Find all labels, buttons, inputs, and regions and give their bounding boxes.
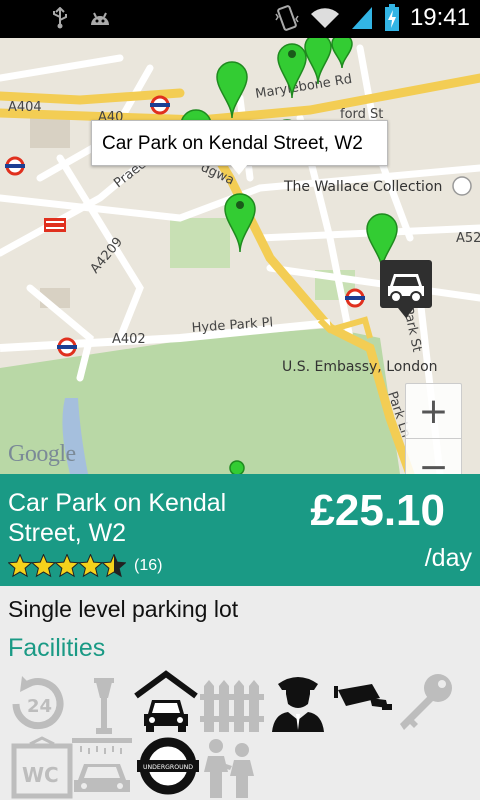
- star-icon: [101, 554, 126, 578]
- clock: 19:41: [409, 4, 470, 31]
- description: Single level parking lot: [8, 596, 239, 622]
- road-label-marylebone: Marylebone Rd: [254, 72, 353, 102]
- info-window-tail: [230, 164, 248, 175]
- star-icon: [8, 554, 33, 578]
- underground-label: UNDERGROUND: [143, 764, 193, 771]
- status-bar: 19:41: [0, 0, 480, 38]
- car-park-name: Car Park on Kendal Street, W2: [8, 489, 227, 547]
- road-label-a404: A404: [8, 100, 42, 115]
- car-park-header: Car Park on Kendal Street, W2 £25.10 /da…: [0, 474, 480, 586]
- street-lamp-icon: [94, 678, 114, 734]
- zoom-control: + −: [405, 383, 462, 474]
- star-icon: [30, 554, 57, 578]
- review-count: (16): [134, 557, 163, 574]
- car-wash-icon: [72, 738, 132, 792]
- car-park-details: Single level parking lot Facilities 24 W…: [0, 586, 480, 800]
- poi-label-wallace: The Wallace Collection: [283, 179, 442, 195]
- facilities-heading: Facilities: [8, 634, 106, 662]
- map-info-window[interactable]: Car Park on Kendal Street, W2: [91, 120, 388, 166]
- wifi-icon: [310, 8, 339, 28]
- key-icon: [400, 674, 452, 730]
- price-unit: /day: [424, 544, 472, 572]
- wc-icon: WC: [11, 736, 73, 799]
- star-icon: [77, 554, 104, 578]
- info-window-title: Car Park on Kendal Street, W2: [102, 133, 363, 154]
- price: £25.10: [310, 486, 445, 535]
- battery-charging-icon: [384, 4, 399, 31]
- fence-icon: [200, 680, 264, 732]
- svg-text:24: 24: [27, 696, 52, 717]
- vibrate-icon: [275, 5, 299, 31]
- road-label-a402: A402: [112, 332, 146, 347]
- map-pin: [331, 38, 353, 69]
- rating: (16): [8, 554, 162, 578]
- signal-icon: [351, 7, 372, 29]
- poi-label-embassy: U.S. Embassy, London: [282, 359, 438, 375]
- svg-text:WC: WC: [22, 763, 59, 787]
- zoom-out-button[interactable]: −: [406, 440, 461, 474]
- covered-parking-icon: [134, 670, 198, 732]
- zoom-in-button[interactable]: +: [406, 384, 461, 439]
- star-rating: [8, 554, 126, 578]
- usb-icon: [53, 7, 67, 29]
- rail-station-icon: [44, 218, 66, 232]
- 24-hours-icon: 24: [12, 676, 64, 730]
- valet-icon: [204, 739, 254, 798]
- car-icon: [388, 274, 424, 303]
- google-logo: Google: [8, 441, 76, 467]
- map-view[interactable]: A404 A40 Marylebone Rd ford St Praed dgw…: [0, 38, 480, 474]
- security-guard-icon: [272, 677, 324, 732]
- cctv-icon: [334, 684, 392, 710]
- underground-icon: UNDERGROUND: [137, 737, 199, 795]
- current-car-marker[interactable]: [380, 260, 432, 308]
- android-icon: [91, 12, 109, 25]
- car-marker-tail: [398, 308, 414, 318]
- star-icon: [54, 554, 80, 578]
- road-label-a520: A520: [456, 231, 480, 246]
